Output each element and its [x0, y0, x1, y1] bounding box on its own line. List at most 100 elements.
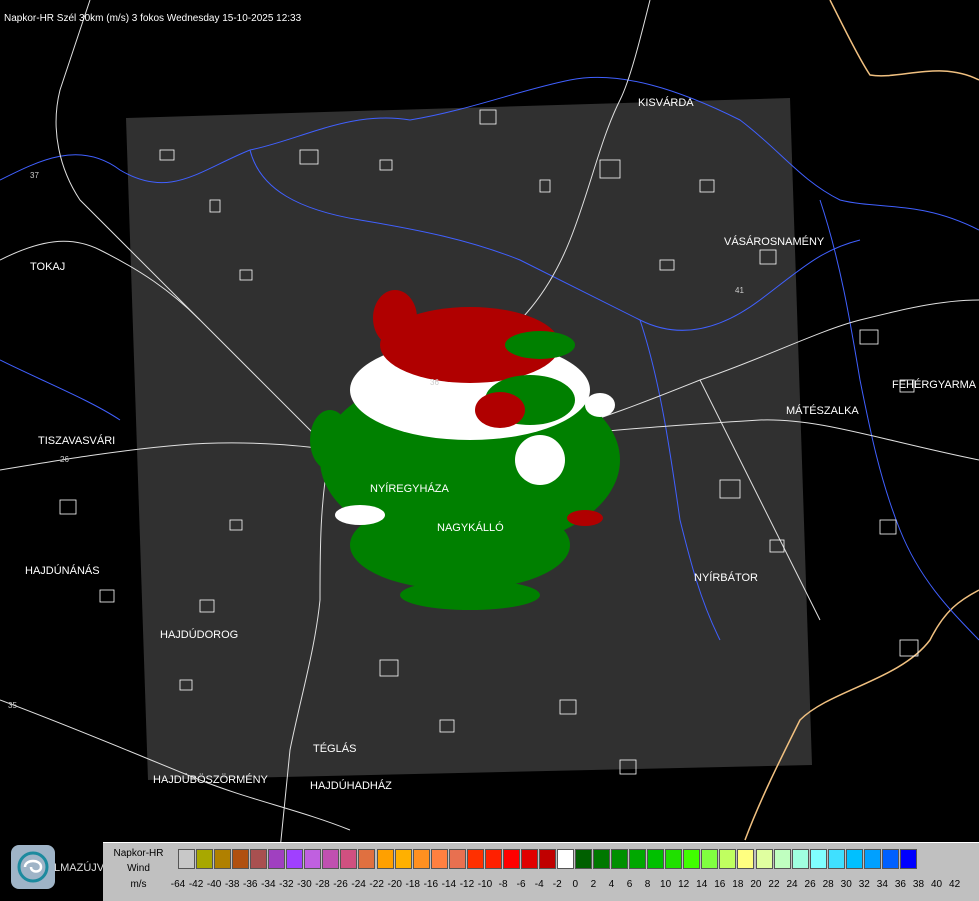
legend-swatch: [520, 849, 538, 869]
legend-swatch: [791, 849, 809, 869]
legend-tick-label: 10: [660, 879, 672, 890]
legend-swatch: [863, 849, 881, 869]
legend-swatch: [304, 849, 322, 869]
legend-tick-label: -8: [498, 879, 508, 890]
city-label-mateszalka: MÁTÉSZALKA: [786, 405, 859, 417]
legend-tick-label: -6: [516, 879, 526, 890]
legend-tick-label: 16: [714, 879, 726, 890]
legend-swatch: [629, 849, 647, 869]
legend-tick-label: -40: [206, 879, 222, 890]
legend-tick-label: 24: [786, 879, 798, 890]
city-label-hajduhadhaz: HAJDÚHADHÁZ: [310, 780, 392, 792]
legend-swatch: [845, 849, 863, 869]
legend-tick-label: 18: [732, 879, 744, 890]
legend-tick-label: 36: [894, 879, 906, 890]
legend-tick-label: 6: [626, 879, 633, 890]
legend-tick-label: -30: [297, 879, 312, 890]
legend-swatch: [737, 849, 755, 869]
city-label-tiszavasvari: TISZAVASVÁRI: [38, 435, 116, 447]
legend-swatch: [358, 849, 376, 869]
legend-swatch: [178, 849, 195, 869]
legend-tick-label: -24: [351, 879, 366, 890]
legend-tick-label: 28: [822, 879, 834, 890]
legend-swatch: [647, 849, 665, 869]
river-4: [819, 199, 979, 641]
legend-tick-label: -12: [459, 879, 475, 890]
river-5: [0, 359, 121, 421]
legend-tick-label: -14: [441, 879, 457, 890]
legend-tick-label: -10: [477, 879, 493, 890]
legend-tick-label: 4: [608, 879, 615, 890]
legend-tick-label: 30: [840, 879, 852, 890]
road-number-41: 41: [735, 286, 744, 295]
legend-swatch: [755, 849, 773, 869]
city-label-hajdunanas: HAJDÚNÁNÁS: [25, 565, 100, 577]
legend-swatch: [376, 849, 394, 869]
legend-tick-label: -32: [279, 879, 294, 890]
legend-swatch: [268, 849, 286, 869]
echo-red-inner: [475, 392, 525, 428]
echo-green-ne: [505, 331, 575, 359]
legend-source: Napkor-HR: [113, 848, 164, 859]
legend-tick-label: 26: [804, 879, 816, 890]
legend-swatch: [412, 849, 430, 869]
legend-swatch: [575, 849, 593, 869]
legend-swatch: [214, 849, 232, 869]
city-label-teglas: TÉGLÁS: [313, 743, 357, 755]
city-label-hajduboszormeny: HAJDÚBÖSZÖRMÉNY: [153, 774, 268, 786]
legend-tick-label: 40: [930, 879, 943, 890]
road-number-37: 37: [30, 171, 39, 180]
legend-tick-label: -2: [552, 879, 562, 890]
city-label-kisvarda: KISVÁRDA: [638, 97, 694, 109]
napkor-logo: [11, 845, 55, 889]
map-title: Napkor-HR Szél 30km (m/s) 3 fokos Wednes…: [4, 13, 302, 24]
city-label-hajdudorog: HAJDÚDOROG: [160, 629, 239, 641]
echo-white-patch: [515, 435, 565, 485]
road-number-36: 36: [430, 378, 439, 387]
legend-tick-label: 12: [678, 879, 690, 890]
legend-tick-label: 2: [590, 879, 597, 890]
city-label-vasarosnameny: VÁSÁROSNAMÉNY: [724, 236, 825, 248]
radar-map: 37 36 41 26 35: [0, 0, 979, 900]
legend-tick-label: 38: [912, 879, 925, 890]
legend-tick-label: 20: [750, 879, 762, 890]
legend-swatches: [178, 849, 918, 871]
legend-tick-label: 32: [858, 879, 870, 890]
legend-swatch: [538, 849, 556, 869]
echo-white-sw: [335, 505, 385, 525]
wind-legend: Napkor-HR Wind m/s -64 -42 -40 -38 -36 -34 -32…: [103, 842, 979, 901]
legend-swatch: [250, 849, 268, 869]
legend-tick-label: 14: [696, 879, 708, 890]
legend-tick-label: 0: [572, 879, 579, 890]
legend-swatch: [394, 849, 412, 869]
legend-swatch: [340, 849, 358, 869]
legend-tick-label: -20: [387, 879, 402, 890]
legend-tick-label: -64: [170, 879, 186, 890]
echo-green-west: [310, 410, 350, 470]
legend-swatch: [701, 849, 719, 869]
legend-swatch: [809, 849, 827, 869]
legend-swatch: [665, 849, 683, 869]
echo-green-tail: [400, 580, 540, 610]
legend-tick-label: 42: [949, 879, 961, 890]
legend-swatch: [593, 849, 611, 869]
city-label-nyirbator: NYÍRBÁTOR: [694, 572, 758, 584]
legend-swatch: [773, 849, 791, 869]
city-label-fehergyarmat: FEHÉRGYARMA: [892, 379, 977, 391]
legend-tick-label: -38: [224, 879, 240, 890]
legend-tick-label: 34: [876, 879, 888, 890]
legend-tick-label: -18: [405, 879, 420, 890]
legend-tick-label: -26: [333, 879, 348, 890]
legend-swatch: [502, 849, 520, 869]
legend-swatch: [286, 849, 304, 869]
legend-swatch: [484, 849, 502, 869]
road-number-26: 26: [60, 455, 69, 464]
echo-red-east: [567, 510, 603, 526]
legend-swatch: [881, 849, 899, 869]
legend-tick-label: -4: [534, 879, 544, 890]
legend-swatch: [556, 849, 574, 869]
road-number-35: 35: [8, 701, 17, 710]
city-label-tokaj: TOKAJ: [30, 261, 66, 273]
legend-swatch: [232, 849, 250, 869]
legend-swatch: [719, 849, 737, 869]
